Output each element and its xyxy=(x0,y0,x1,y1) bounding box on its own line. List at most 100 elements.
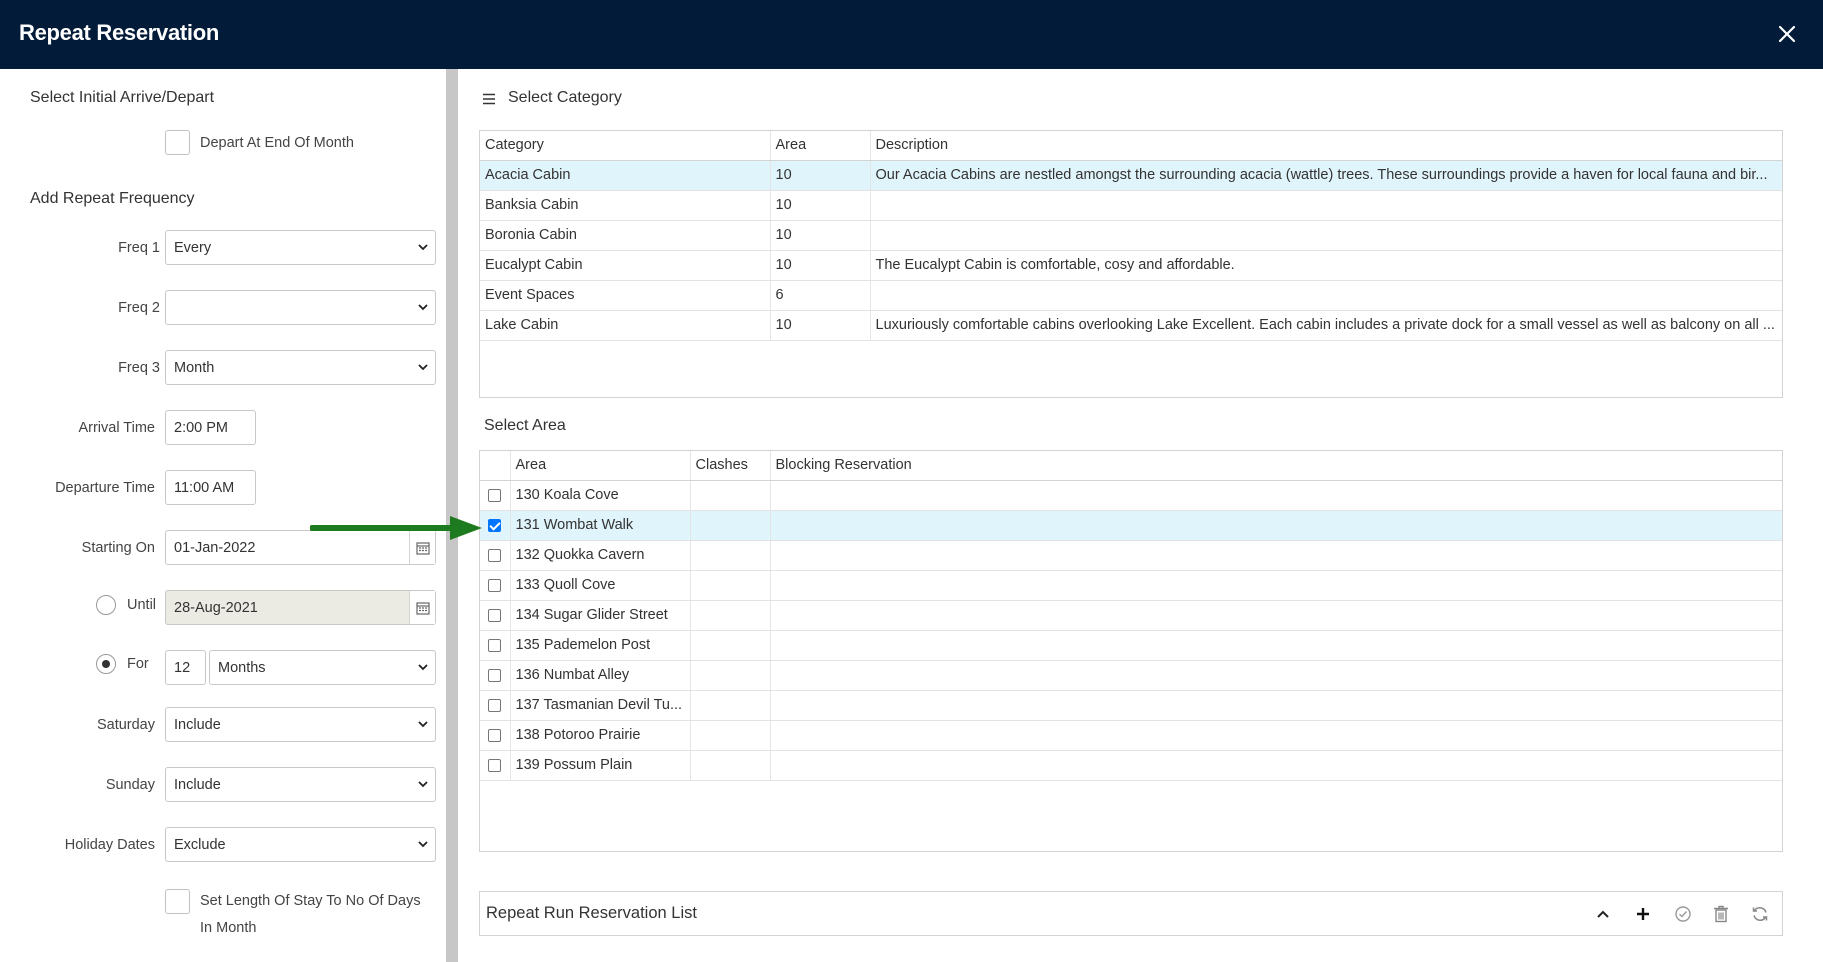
area-row[interactable]: 131 Wombat Walk xyxy=(480,510,1782,541)
for-unit-select[interactable]: Months xyxy=(209,650,436,685)
depart-end-of-month-checkbox[interactable] xyxy=(165,130,190,155)
clashes-cell xyxy=(690,510,771,541)
annotation-arrow-icon xyxy=(310,516,482,540)
area-row-checkbox[interactable] xyxy=(488,578,502,592)
chevron-down-icon xyxy=(418,244,428,251)
clashes-cell xyxy=(690,750,771,781)
refresh-icon[interactable] xyxy=(1747,901,1773,927)
chevron-down-icon xyxy=(418,721,428,728)
freq1-label: Freq 1 xyxy=(118,240,160,256)
area-select-cell xyxy=(480,690,511,721)
area-name-cell: 135 Pademelon Post xyxy=(510,630,691,661)
arrival-time-input[interactable]: 2:00 PM xyxy=(165,410,256,445)
title-bar: Repeat Reservation xyxy=(0,0,1823,69)
column-header-select xyxy=(480,451,511,481)
area-row-checkbox[interactable] xyxy=(488,698,502,712)
category-row[interactable]: Boronia Cabin 10 xyxy=(480,220,1782,251)
area-grid: Area Clashes Blocking Reservation 130 Ko… xyxy=(479,450,1783,852)
holiday-dates-value: Exclude xyxy=(174,837,226,853)
area-row[interactable]: 138 Potoroo Prairie xyxy=(480,720,1782,751)
category-cell: Event Spaces xyxy=(480,280,771,311)
area-count-cell: 10 xyxy=(770,250,871,281)
area-select-cell xyxy=(480,570,511,601)
area-row[interactable]: 132 Quokka Cavern xyxy=(480,540,1782,571)
category-row[interactable]: Banksia Cabin 10 xyxy=(480,190,1782,221)
area-select-cell xyxy=(480,750,511,781)
starting-on-label: Starting On xyxy=(81,540,155,556)
column-header-area[interactable]: Area xyxy=(510,451,691,481)
check-circle-icon[interactable] xyxy=(1670,901,1696,927)
sunday-select[interactable]: Include xyxy=(165,767,436,802)
area-name-cell: 132 Quokka Cavern xyxy=(510,540,691,571)
sunday-label: Sunday xyxy=(105,777,155,793)
area-row-checkbox[interactable] xyxy=(488,518,502,532)
area-row-checkbox[interactable] xyxy=(488,668,502,682)
area-row[interactable]: 135 Pademelon Post xyxy=(480,630,1782,661)
area-row[interactable]: 137 Tasmanian Devil Tu... xyxy=(480,690,1782,721)
area-row[interactable]: 133 Quoll Cove xyxy=(480,570,1782,601)
trash-icon[interactable] xyxy=(1708,901,1734,927)
close-icon[interactable] xyxy=(1775,22,1799,46)
depart-end-of-month-label: Depart At End Of Month xyxy=(200,135,354,151)
clashes-cell xyxy=(690,480,771,511)
arrival-time-label: Arrival Time xyxy=(78,420,155,436)
for-count-input[interactable]: 12 xyxy=(165,650,206,685)
column-header-category[interactable]: Category xyxy=(480,131,771,161)
saturday-select[interactable]: Include xyxy=(165,707,436,742)
area-row-checkbox[interactable] xyxy=(488,638,502,652)
blocking-reservation-cell xyxy=(770,510,1782,541)
column-header-clashes[interactable]: Clashes xyxy=(690,451,771,481)
area-row-checkbox[interactable] xyxy=(488,758,502,772)
area-row[interactable]: 134 Sugar Glider Street xyxy=(480,600,1782,631)
category-row[interactable]: Acacia Cabin 10 Our Acacia Cabins are nest… xyxy=(480,160,1782,191)
area-name-cell: 138 Potoroo Prairie xyxy=(510,720,691,751)
departure-time-input[interactable]: 11:00 AM xyxy=(165,470,256,505)
saturday-value: Include xyxy=(174,717,221,733)
area-row-checkbox[interactable] xyxy=(488,728,502,742)
category-cell: Banksia Cabin xyxy=(480,190,771,221)
area-name-cell: 131 Wombat Walk xyxy=(510,510,691,541)
category-cell: Eucalypt Cabin xyxy=(480,250,771,281)
column-header-blocking-reservation[interactable]: Blocking Reservation xyxy=(770,451,1782,481)
area-row[interactable]: 139 Possum Plain xyxy=(480,750,1782,781)
clashes-cell xyxy=(690,660,771,691)
plus-icon[interactable] xyxy=(1630,901,1656,927)
set-length-of-stay-label-line2: In Month xyxy=(200,920,257,936)
calendar-icon[interactable] xyxy=(409,591,435,624)
area-row[interactable]: 130 Koala Cove xyxy=(480,480,1782,511)
blocking-reservation-cell xyxy=(770,630,1782,661)
clashes-cell xyxy=(690,690,771,721)
category-row[interactable]: Event Spaces 6 xyxy=(480,280,1782,311)
description-cell xyxy=(870,190,1782,221)
blocking-reservation-cell xyxy=(770,690,1782,721)
column-header-area[interactable]: Area xyxy=(770,131,871,161)
until-radio[interactable] xyxy=(96,595,116,615)
area-row-checkbox[interactable] xyxy=(488,548,502,562)
freq2-select[interactable] xyxy=(165,290,436,325)
saturday-label: Saturday xyxy=(96,717,155,733)
freq3-select[interactable]: Month xyxy=(165,350,436,385)
menu-icon[interactable] xyxy=(482,93,496,105)
description-cell: Luxuriously comfortable cabins overlooki… xyxy=(870,310,1782,341)
freq2-label: Freq 2 xyxy=(118,300,160,316)
until-date-input[interactable]: 28-Aug-2021 xyxy=(165,590,436,625)
for-radio[interactable] xyxy=(96,654,116,674)
category-row[interactable]: Lake Cabin 10 Luxuriously comfortable cabi… xyxy=(480,310,1782,341)
category-cell: Acacia Cabin xyxy=(480,160,771,191)
chevron-down-icon xyxy=(418,364,428,371)
departure-time-label: Departure Time xyxy=(55,480,155,496)
column-header-description[interactable]: Description xyxy=(870,131,1782,161)
set-length-of-stay-label: Set Length Of Stay To No Of Days xyxy=(200,893,421,909)
area-row[interactable]: 136 Numbat Alley xyxy=(480,660,1782,691)
area-name-cell: 137 Tasmanian Devil Tu... xyxy=(510,690,691,721)
chevron-up-icon[interactable] xyxy=(1590,901,1616,927)
holiday-dates-select[interactable]: Exclude xyxy=(165,827,436,862)
area-name-cell: 139 Possum Plain xyxy=(510,750,691,781)
set-length-of-stay-checkbox[interactable] xyxy=(165,889,190,914)
category-row[interactable]: Eucalypt Cabin 10 The Eucalypt Cabin is co… xyxy=(480,250,1782,281)
freq1-select[interactable]: Every xyxy=(165,230,436,265)
blocking-reservation-cell xyxy=(770,750,1782,781)
area-select-cell xyxy=(480,720,511,751)
area-row-checkbox[interactable] xyxy=(488,488,502,502)
area-row-checkbox[interactable] xyxy=(488,608,502,622)
